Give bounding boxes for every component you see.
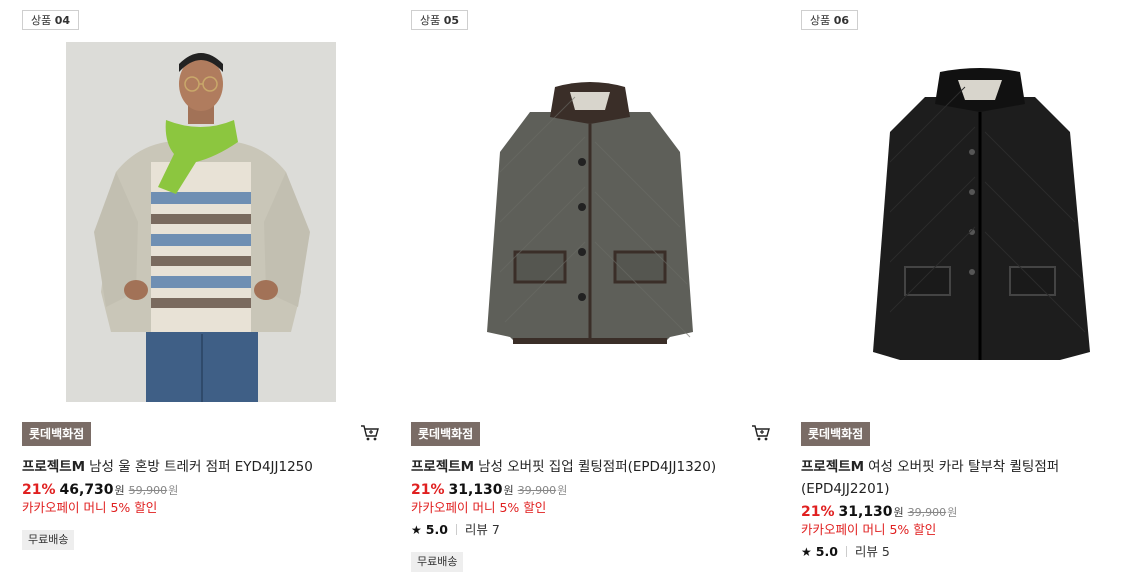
product-card-06[interactable]: 상품 06 롯데백화점 프로젝트M 여성 오버핏 카라 탈부착 퀼팅점퍼 (EPD…	[801, 0, 1126, 570]
original-price: 39,900	[907, 506, 947, 519]
free-shipping-badge: 무료배송	[411, 552, 464, 572]
review-count: 리뷰 7	[464, 522, 500, 537]
original-price: 59,900	[128, 484, 168, 497]
sale-price: 46,730	[59, 482, 114, 498]
product-tag: 상품 04	[22, 10, 80, 30]
price-row: 21% 46,730원 59,900원	[22, 482, 179, 498]
product-image[interactable]	[66, 42, 336, 402]
store-badge: 롯데백화점	[22, 422, 92, 446]
product-title[interactable]: 프로젝트M 남성 오버핏 집업 퀼팅점퍼(EPD4JJ1320)	[411, 456, 741, 478]
discount-rate: 21%	[801, 504, 835, 520]
promo-text: 카카오페이 머니 5% 할인	[22, 500, 158, 515]
star-icon: ★	[801, 545, 812, 559]
product-tag: 상품 06	[801, 10, 859, 30]
brand-name: 프로젝트M	[801, 459, 865, 475]
rating-row: ★ 5.0 리뷰 7	[411, 521, 500, 539]
rating-score: 5.0	[425, 522, 448, 537]
promo-text: 카카오페이 머니 5% 할인	[801, 522, 937, 537]
sale-price: 31,130	[838, 504, 893, 520]
promo-text: 카카오페이 머니 5% 할인	[411, 500, 547, 515]
product-title[interactable]: 프로젝트M 여성 오버핏 카라 탈부착 퀼팅점퍼 (EPD4JJ2201)	[801, 456, 1111, 500]
brand-name: 프로젝트M	[411, 459, 475, 475]
rating-row: ★ 5.0 리뷰 5	[801, 543, 890, 561]
product-image[interactable]	[455, 42, 725, 402]
star-icon: ★	[411, 523, 422, 537]
cart-icon[interactable]	[360, 424, 380, 442]
product-name: 남성 오버핏 집업 퀼팅점퍼(EPD4JJ1320)	[478, 459, 717, 475]
product-card-05[interactable]: 상품 05 롯데백화점 프로젝트M 남성 오버핏 집업 퀼팅점퍼(EPD4JJ1…	[411, 0, 770, 572]
product-image[interactable]	[845, 42, 1115, 402]
product-title[interactable]: 프로젝트M 남성 울 혼방 트레커 점퍼 EYD4JJ1250	[22, 456, 352, 478]
store-badge: 롯데백화점	[411, 422, 481, 446]
price-row: 21% 31,130원 39,900원	[801, 504, 958, 520]
sale-price: 31,130	[448, 482, 503, 498]
discount-rate: 21%	[22, 482, 56, 498]
store-badge: 롯데백화점	[801, 422, 871, 446]
product-card-04[interactable]: 상품 04 롯데백화점 프로젝트M 남성 울 혼방 트레커 점퍼 EYD4JJ1…	[22, 0, 379, 570]
product-name: 남성 울 혼방 트레커 점퍼 EYD4JJ1250	[89, 459, 313, 475]
rating-score: 5.0	[815, 544, 838, 559]
price-row: 21% 31,130원 39,900원	[411, 482, 568, 498]
review-count: 리뷰 5	[854, 544, 890, 559]
discount-rate: 21%	[411, 482, 445, 498]
cart-icon[interactable]	[751, 424, 771, 442]
brand-name: 프로젝트M	[22, 459, 86, 475]
product-tag: 상품 05	[411, 10, 469, 30]
free-shipping-badge: 무료배송	[22, 530, 75, 550]
original-price: 39,900	[517, 484, 557, 497]
